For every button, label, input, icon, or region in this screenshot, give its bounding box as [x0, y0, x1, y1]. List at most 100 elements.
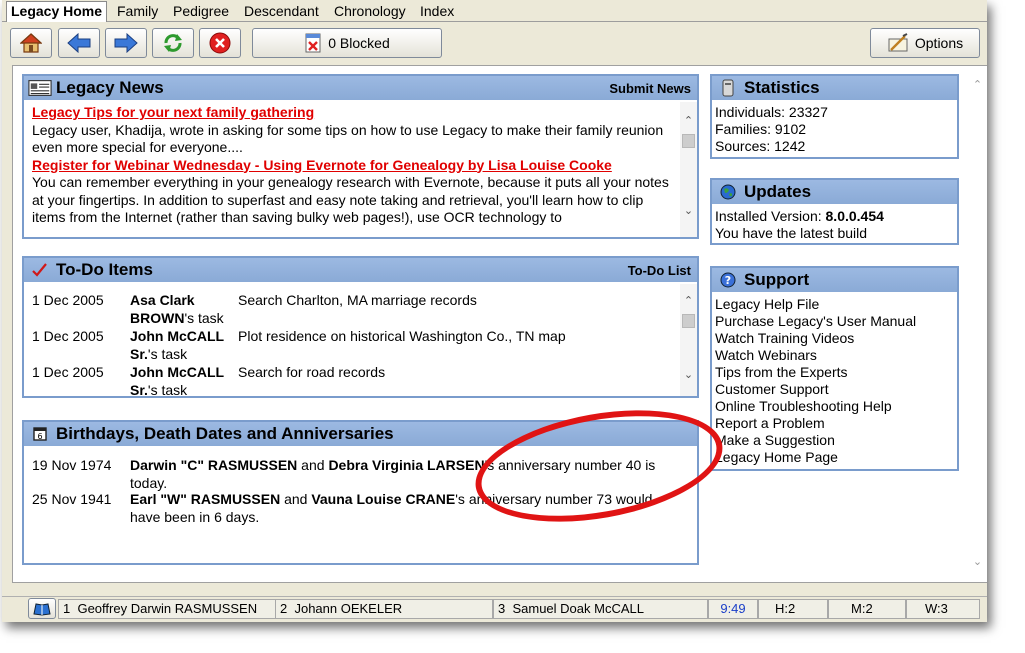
tab-index[interactable]: Index	[416, 2, 458, 22]
event-date: 25 Nov 1941	[32, 491, 112, 507]
support-link-report-problem[interactable]: Report a Problem	[715, 415, 957, 432]
todo-person-name: John McCALL	[130, 328, 225, 344]
event-text: Darwin "C" RASMUSSEN and Debra Virginia …	[130, 456, 690, 492]
view-tabbar: Legacy Home Family Pedigree Descendant C…	[2, 0, 987, 23]
chevron-down-icon[interactable]: ⌄	[683, 206, 694, 217]
arrow-right-icon	[114, 33, 138, 53]
chevron-up-icon[interactable]: ⌃	[683, 116, 694, 127]
todo-desc: Search Charlton, MA marriage records	[238, 292, 477, 308]
options-label: Options	[914, 35, 964, 51]
todo-person: Asa Clark BROWN's task	[130, 291, 240, 327]
person-link[interactable]: Darwin "C" RASMUSSEN	[130, 457, 297, 473]
support-header: ? Support	[712, 268, 957, 292]
history-slot-number: 3	[498, 601, 506, 616]
tab-legacy-home[interactable]: Legacy Home	[6, 1, 108, 23]
support-link-home-page[interactable]: Legacy Home Page	[715, 449, 957, 466]
birthdays-header: 6 Birthdays, Death Dates and Anniversari…	[24, 422, 697, 446]
blocked-label: 0 Blocked	[328, 35, 390, 51]
tab-chronology[interactable]: Chronology	[330, 2, 410, 22]
todo-list-link[interactable]: To-Do List	[628, 263, 691, 278]
home-button[interactable]	[10, 28, 52, 58]
history-slot-1[interactable]: 1 Geoffrey Darwin RASMUSSEN	[58, 599, 278, 619]
history-slot-2[interactable]: 2 Johann OEKELER	[275, 599, 493, 619]
scroll-thumb[interactable]	[682, 314, 695, 328]
history-slot-number: 1	[63, 601, 71, 616]
tab-family[interactable]: Family	[113, 2, 162, 22]
status-bar: 1 Geoffrey Darwin RASMUSSEN 2 Johann OEK…	[2, 596, 987, 620]
scroll-thumb[interactable]	[682, 134, 695, 148]
person-link[interactable]: Vauna Louise CRANE	[311, 491, 455, 507]
close-icon	[209, 32, 231, 54]
news-header: Legacy News Submit News	[24, 76, 697, 100]
wife-generation-value: W:3	[925, 601, 948, 616]
bookmark-button[interactable]	[28, 598, 56, 619]
news-scrollbar[interactable]: ⌃ ⌄	[680, 102, 697, 237]
news-item-title[interactable]: Legacy Tips for your next family gatheri…	[32, 104, 671, 122]
todo-scrollbar[interactable]: ⌃ ⌄	[680, 284, 697, 396]
stop-button[interactable]	[199, 28, 241, 58]
todo-task-suffix: 's task	[147, 382, 188, 396]
support-links: Legacy Help File Purchase Legacy's User …	[712, 292, 957, 469]
support-link-troubleshooting[interactable]: Online Troubleshooting Help	[715, 398, 957, 415]
home-icon	[20, 33, 42, 53]
support-link-customer-support[interactable]: Customer Support	[715, 381, 957, 398]
statistics-panel: Statistics Individuals: 23327 Families: …	[710, 74, 959, 159]
tab-descendant[interactable]: Descendant	[240, 2, 323, 22]
todo-person-name: Asa Clark	[130, 292, 195, 308]
support-link-training-videos[interactable]: Watch Training Videos	[715, 330, 957, 347]
chevron-up-icon[interactable]: ⌃	[972, 80, 983, 91]
book-icon	[33, 602, 51, 616]
history-slot-3[interactable]: 3 Samuel Doak McCALL	[493, 599, 708, 619]
husband-generation[interactable]: H:2	[758, 599, 828, 619]
history-slot-name: Samuel Doak McCALL	[512, 601, 644, 616]
version-label: Installed Version:	[715, 208, 826, 224]
todo-body: 1 Dec 2005 Asa Clark BROWN's task Search…	[24, 282, 697, 396]
todo-panel: To-Do Items To-Do List 1 Dec 2005 Asa Cl…	[22, 256, 699, 398]
refresh-button[interactable]	[152, 28, 194, 58]
database-icon	[716, 79, 740, 97]
history-slot-number: 2	[280, 601, 288, 616]
news-item-title[interactable]: Register for Webinar Wednesday - Using E…	[32, 157, 671, 175]
submit-news-link[interactable]: Submit News	[609, 81, 691, 96]
calendar-icon: 6	[28, 425, 52, 443]
statistics-body: Individuals: 23327 Families: 9102 Source…	[712, 100, 957, 157]
statistics-title: Statistics	[744, 78, 820, 97]
chevron-down-icon[interactable]: ⌄	[683, 370, 694, 381]
todo-person: John McCALL Sr.'s task	[130, 363, 240, 396]
marriage-generation[interactable]: M:2	[828, 599, 906, 619]
stat-families: Families: 9102	[715, 121, 807, 137]
time-display: 9:49	[708, 599, 758, 619]
person-link[interactable]: Earl "W" RASMUSSEN	[130, 491, 280, 507]
home-scrollbar[interactable]: ⌃ ⌄	[969, 66, 987, 582]
todo-header: To-Do Items To-Do List	[24, 258, 697, 282]
toolbar: 0 Blocked Options	[2, 22, 987, 62]
news-item-body: You can remember everything in your gene…	[32, 174, 669, 225]
forward-button[interactable]	[105, 28, 147, 58]
support-link-tips[interactable]: Tips from the Experts	[715, 364, 957, 381]
options-button[interactable]: Options	[870, 28, 980, 58]
support-link-help-file[interactable]: Legacy Help File	[715, 296, 957, 313]
tab-pedigree[interactable]: Pedigree	[169, 2, 233, 22]
support-link-webinars[interactable]: Watch Webinars	[715, 347, 957, 364]
support-link-suggestion[interactable]: Make a Suggestion	[715, 432, 957, 449]
marriage-generation-value: M:2	[851, 601, 873, 616]
event-detail: 's anniversary number 40 is	[484, 457, 656, 473]
installed-version: Installed Version: 8.0.0.454	[715, 208, 957, 225]
support-link-user-manual[interactable]: Purchase Legacy's User Manual	[715, 313, 957, 330]
back-button[interactable]	[58, 28, 100, 58]
support-title: Support	[744, 270, 810, 289]
event-conjunction: and	[297, 457, 329, 473]
checkmark-icon	[28, 261, 52, 279]
blocked-button[interactable]: 0 Blocked	[252, 28, 442, 58]
arrow-left-icon	[67, 33, 91, 53]
news-body: Legacy Tips for your next family gatheri…	[24, 100, 697, 237]
news-panel: Legacy News Submit News Legacy Tips for …	[22, 74, 699, 239]
person-link[interactable]: Debra Virginia LARSEN	[328, 457, 484, 473]
updates-body: Installed Version: 8.0.0.454 You have th…	[712, 204, 957, 243]
chevron-up-icon[interactable]: ⌃	[683, 296, 694, 307]
event-date: 19 Nov 1974	[32, 457, 112, 473]
svg-text:6: 6	[37, 432, 42, 441]
chevron-down-icon[interactable]: ⌄	[972, 557, 983, 568]
wife-generation[interactable]: W:3	[906, 599, 980, 619]
svg-text:?: ?	[725, 274, 731, 287]
